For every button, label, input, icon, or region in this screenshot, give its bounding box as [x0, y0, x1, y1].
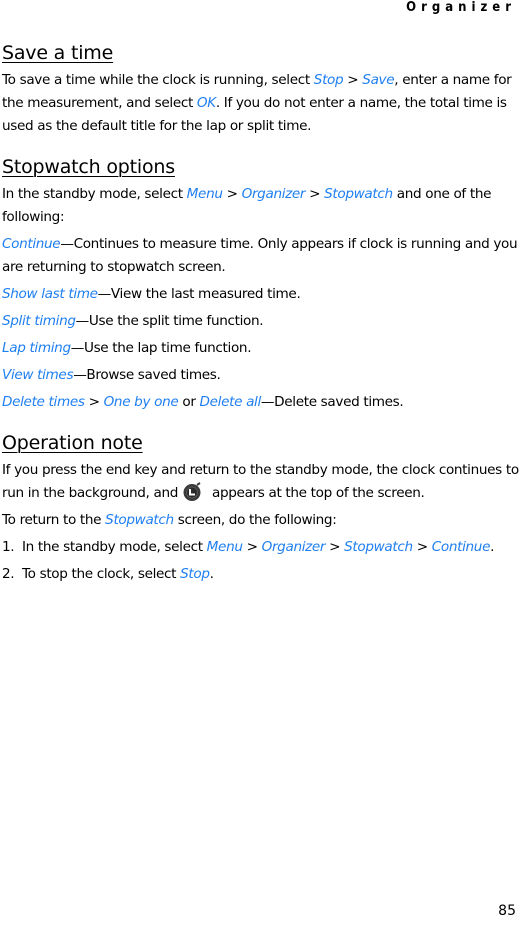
- text: >: [325, 539, 345, 555]
- steps-list: 1. In the standby mode, select Menu > Org…: [2, 536, 520, 586]
- link-save[interactable]: Save: [362, 72, 394, 88]
- section-save-a-time: Save a time To save a time while the clo…: [2, 42, 520, 138]
- heading-operation-note: Operation note: [2, 432, 143, 454]
- option-desc: —View the last measured time.: [97, 286, 301, 302]
- page-content: Save a time To save a time while the clo…: [2, 42, 520, 604]
- note-return-paragraph: To return to the Stopwatch screen, do th…: [2, 509, 520, 532]
- link-stopwatch[interactable]: Stopwatch: [324, 186, 393, 202]
- option-desc: —Delete saved times.: [260, 394, 404, 410]
- option-desc: —Use the split time function.: [75, 313, 264, 329]
- step-number: 1.: [2, 539, 15, 555]
- link-stopwatch[interactable]: Stopwatch: [344, 539, 413, 555]
- text: >: [84, 394, 104, 410]
- text: .: [490, 539, 495, 555]
- running-head: Organizer: [406, 0, 516, 15]
- link-delete-times[interactable]: Delete times: [2, 394, 85, 410]
- text: To return to the: [2, 512, 106, 528]
- link-organizer[interactable]: Organizer: [262, 539, 326, 555]
- text: appears at the top of the screen.: [212, 485, 425, 501]
- text: .: [209, 566, 214, 582]
- text: or: [178, 394, 200, 410]
- text: In the standby mode, select: [2, 186, 187, 202]
- options-intro: In the standby mode, select Menu > Organ…: [2, 183, 520, 229]
- text: >: [242, 539, 262, 555]
- link-delete-all[interactable]: Delete all: [200, 394, 262, 410]
- link-organizer[interactable]: Organizer: [242, 186, 306, 202]
- text: To save a time while the clock is runnin…: [2, 72, 314, 88]
- option-desc: —Browse saved times.: [73, 367, 221, 383]
- option-desc: —Use the lap time function.: [70, 340, 252, 356]
- link-stop[interactable]: Stop: [314, 72, 344, 88]
- text: >: [412, 539, 432, 555]
- section-stopwatch-options: Stopwatch options In the standby mode, s…: [2, 156, 520, 414]
- section-operation-note: Operation note If you press the end key …: [2, 432, 520, 586]
- link-split-timing[interactable]: Split timing: [2, 313, 76, 329]
- step-item: 1. In the standby mode, select Menu > Org…: [2, 536, 520, 559]
- page-number: 85: [498, 903, 516, 919]
- heading-save-a-time: Save a time: [2, 42, 114, 64]
- link-continue[interactable]: Continue: [432, 539, 491, 555]
- step-item: 2. To stop the clock, select Stop.: [2, 563, 520, 586]
- heading-stopwatch-options: Stopwatch options: [2, 156, 175, 178]
- text: >: [222, 186, 242, 202]
- option-item-view-times: View times—Browse saved times.: [2, 364, 520, 387]
- link-show-last-time[interactable]: Show last time: [2, 286, 98, 302]
- text: >: [343, 72, 363, 88]
- link-stopwatch[interactable]: Stopwatch: [105, 512, 174, 528]
- option-desc: —Continues to measure time. Only appears…: [2, 236, 518, 275]
- option-item-split-timing: Split timing—Use the split time function…: [2, 310, 520, 333]
- note-paragraph: If you press the end key and return to t…: [2, 459, 520, 505]
- save-paragraph: To save a time while the clock is runnin…: [2, 69, 520, 138]
- option-item-lap-timing: Lap timing—Use the lap time function.: [2, 337, 520, 360]
- text: >: [305, 186, 325, 202]
- link-one-by-one[interactable]: One by one: [104, 394, 179, 410]
- link-menu[interactable]: Menu: [207, 539, 243, 555]
- option-item-show-last-time: Show last time—View the last measured ti…: [2, 283, 520, 306]
- option-item-delete-times: Delete times > One by one or Delete all—…: [2, 391, 520, 414]
- stopwatch-indicator-icon: [182, 482, 202, 502]
- link-menu[interactable]: Menu: [187, 186, 223, 202]
- text: In the standby mode, select: [22, 539, 207, 555]
- option-item-continue: Continue—Continues to measure time. Only…: [2, 233, 520, 279]
- link-lap-timing[interactable]: Lap timing: [2, 340, 71, 356]
- link-ok[interactable]: OK: [197, 95, 216, 111]
- text: screen, do the following:: [173, 512, 337, 528]
- link-stop[interactable]: Stop: [180, 566, 210, 582]
- link-view-times[interactable]: View times: [2, 367, 74, 383]
- link-continue[interactable]: Continue: [2, 236, 61, 252]
- step-number: 2.: [2, 566, 15, 582]
- text: To stop the clock, select: [22, 566, 181, 582]
